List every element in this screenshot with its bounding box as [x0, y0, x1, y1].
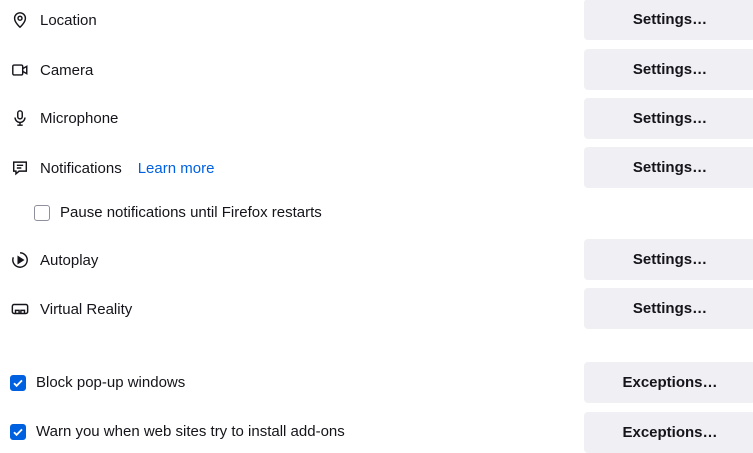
permission-label-line: Microphone	[10, 108, 118, 128]
location-label: Location	[40, 11, 97, 29]
pause-notifications-row[interactable]: Pause notifications until Firefox restar…	[0, 200, 753, 228]
block-popups-exceptions-button[interactable]: Exceptions…	[584, 362, 753, 403]
permission-label-line: Virtual Reality	[10, 299, 132, 319]
autoplay-icon	[10, 250, 30, 270]
block-popups-label-line[interactable]: Block pop-up windows	[10, 374, 185, 391]
location-settings-button[interactable]: Settings…	[584, 0, 753, 40]
pause-notifications-label-line: Pause notifications until Firefox restar…	[34, 204, 322, 221]
camera-label: Camera	[40, 61, 94, 79]
microphone-label: Microphone	[40, 109, 119, 127]
autoplay-settings-button[interactable]: Settings…	[584, 239, 753, 280]
permission-label-line: Location	[10, 10, 97, 30]
warn-addons-label-line[interactable]: Warn you when web sites try to install a…	[10, 423, 345, 440]
permission-row-location: Location Settings…	[0, 0, 753, 41]
virtual-reality-icon	[10, 299, 30, 319]
location-icon	[10, 10, 30, 30]
virtual-reality-label: Virtual Reality	[40, 300, 133, 318]
warn-addons-checkbox[interactable]	[10, 423, 26, 440]
microphone-settings-button[interactable]: Settings…	[584, 98, 753, 139]
camera-settings-button[interactable]: Settings…	[584, 49, 753, 90]
warn-addons-row: Warn you when web sites try to install a…	[0, 412, 753, 453]
camera-icon	[10, 60, 30, 80]
pause-notifications-label: Pause notifications until Firefox restar…	[60, 204, 322, 221]
permission-label-line: Camera	[10, 60, 93, 80]
pause-notifications-checkbox[interactable]	[34, 204, 50, 221]
block-popups-row: Block pop-up windows Exceptions…	[0, 362, 753, 403]
permission-row-notifications: Notifications Learn more Settings…	[0, 147, 753, 188]
notifications-learn-more-link[interactable]: Learn more	[138, 160, 215, 177]
autoplay-label: Autoplay	[40, 251, 99, 269]
block-popups-label: Block pop-up windows	[36, 374, 186, 391]
notifications-label: Notifications	[40, 159, 122, 177]
microphone-icon	[10, 108, 30, 128]
warn-addons-exceptions-button[interactable]: Exceptions…	[584, 412, 753, 453]
permission-row-autoplay: Autoplay Settings…	[0, 239, 753, 280]
block-popups-checkbox[interactable]	[10, 374, 26, 391]
permission-label-line: Autoplay	[10, 250, 98, 270]
permission-label-line: Notifications Learn more	[10, 158, 214, 178]
virtual-reality-settings-button[interactable]: Settings…	[584, 288, 753, 329]
permission-row-microphone: Microphone Settings…	[0, 98, 753, 139]
permission-row-virtual-reality: Virtual Reality Settings…	[0, 288, 753, 329]
notifications-settings-button[interactable]: Settings…	[584, 147, 753, 188]
permission-row-camera: Camera Settings…	[0, 49, 753, 90]
warn-addons-label: Warn you when web sites try to install a…	[36, 423, 345, 440]
notifications-icon	[10, 158, 30, 178]
